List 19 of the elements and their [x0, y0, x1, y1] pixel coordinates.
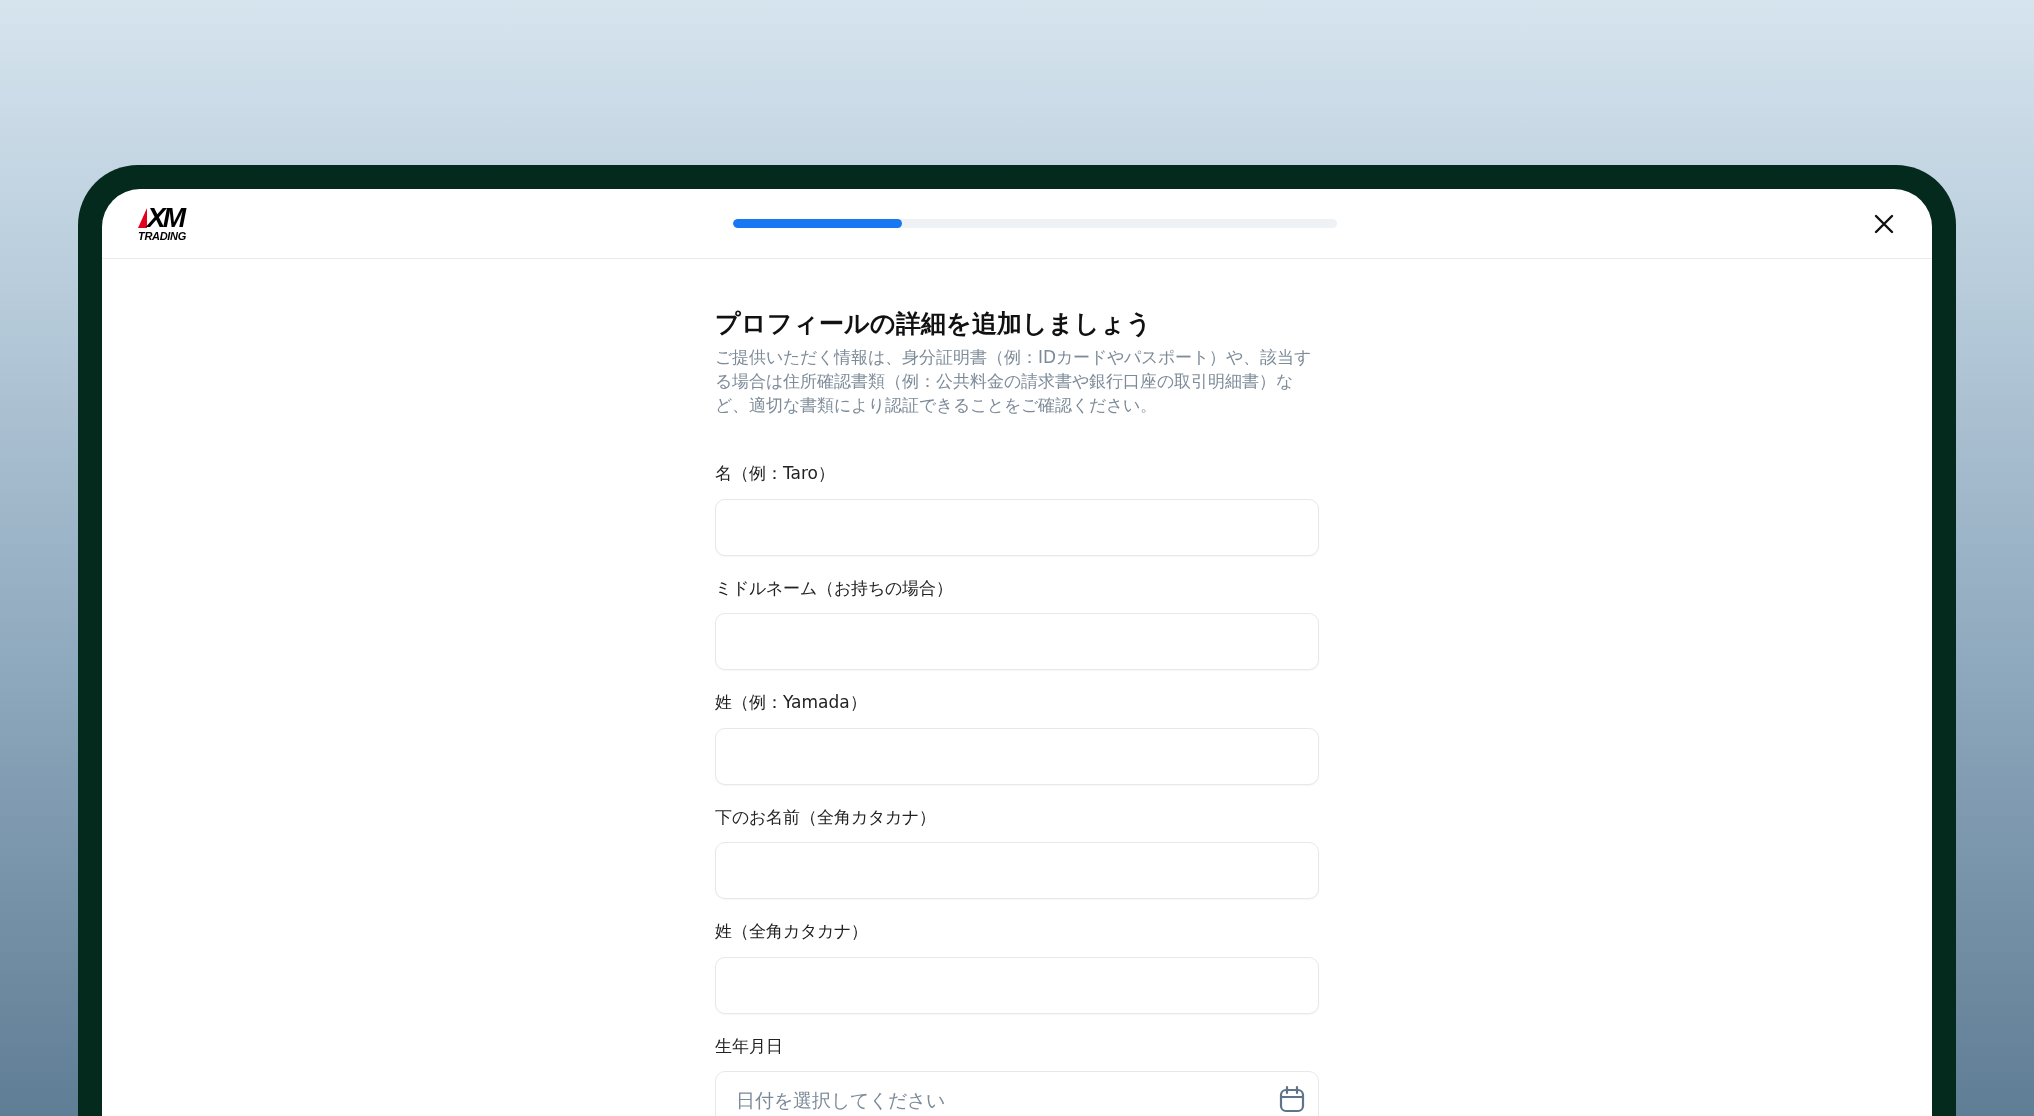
calendar-icon [1279, 1085, 1305, 1113]
input-field[interactable] [715, 956, 1319, 1014]
field-label: 生年月日 [715, 1034, 784, 1058]
logo-text: XM [147, 205, 183, 231]
form-title: プロフィールの詳細を追加しましょう [715, 309, 1153, 339]
date-field[interactable]: 日付を選択してください [715, 1071, 1319, 1116]
input-field[interactable] [715, 842, 1319, 899]
field-label: 下のお名前（全角カタカナ） [715, 805, 937, 829]
logo-subtitle: TRADING [138, 230, 187, 242]
input-field[interactable] [715, 727, 1319, 785]
input-field[interactable] [715, 498, 1319, 556]
form-description: ご提供いただく情報は、身分証明書（例：IDカードやパスポート）や、該当する場合は住所確認書類（例：公共料金の請求書や銀行口座の取引明細書）など、適切な書類により認証できることをご確認ください。 [715, 346, 1313, 417]
close-icon [1874, 213, 1894, 234]
logo-icon [138, 208, 147, 228]
input-field[interactable] [715, 613, 1319, 670]
field-label: 姓（全角カタカナ） [715, 920, 869, 943]
field-label: 姓（例：Yamada） [715, 691, 868, 714]
field-label: ミドルネーム（お持ちの場合） [715, 576, 954, 600]
field-label: 名（例：Taro） [715, 462, 836, 485]
